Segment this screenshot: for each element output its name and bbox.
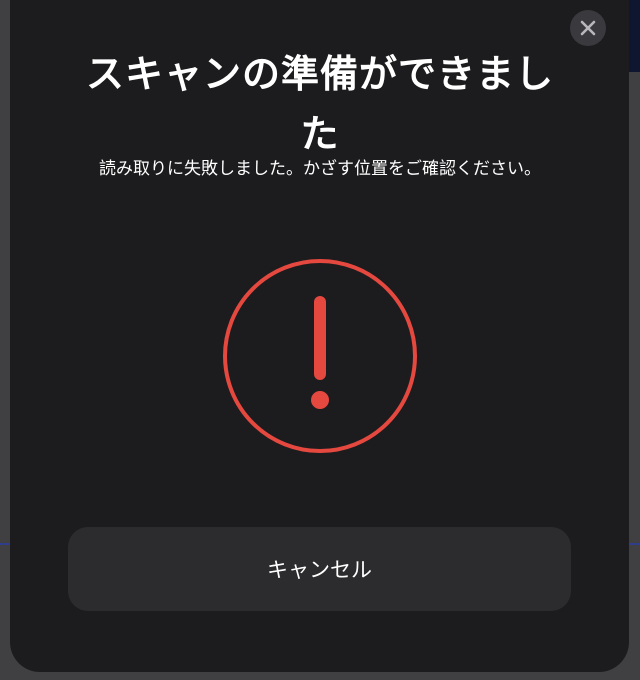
close-icon [580, 20, 596, 36]
exclamation-circle-icon [223, 259, 417, 453]
cancel-button[interactable]: キャンセル [68, 527, 571, 611]
scan-sheet: スキャンの準備ができました 読み取りに失敗しました。かざす位置をご確認ください。… [10, 0, 629, 672]
cancel-button-label: キャンセル [267, 558, 372, 582]
error-message: 読み取りに失敗しました。かざす位置をご確認ください。 [99, 159, 541, 179]
sheet-title: スキャンの準備ができました [85, 52, 554, 156]
close-button[interactable] [570, 10, 606, 46]
